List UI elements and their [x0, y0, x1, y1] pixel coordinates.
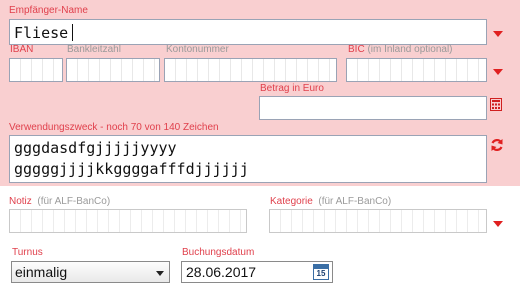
bankleitzahl-input[interactable]	[66, 58, 160, 82]
refresh-icon[interactable]	[490, 138, 504, 152]
recipient-dropdown-arrow-icon[interactable]	[493, 31, 503, 37]
turnus-select[interactable]: einmalig	[11, 261, 170, 283]
amount-input[interactable]	[259, 96, 487, 120]
bankleitzahl-label: Bankleitzahl	[67, 44, 121, 55]
buchungsdatum-input[interactable]: 28.06.2017 15	[181, 261, 333, 283]
iban-label: IBAN	[10, 44, 34, 55]
calculator-icon[interactable]	[490, 98, 502, 111]
kategorie-dropdown-arrow-icon[interactable]	[493, 221, 503, 227]
recipient-value: Fliese	[14, 24, 69, 42]
purpose-textarea[interactable]: gggdasdfgjjjjjyyyy gggggjjjjkkggggafffdj…	[9, 135, 487, 183]
chevron-down-icon	[156, 271, 164, 276]
recipient-label: Empfänger-Name	[9, 5, 88, 16]
notiz-input[interactable]	[9, 209, 247, 233]
recipient-input[interactable]: Fliese	[9, 19, 487, 45]
kontonummer-label: Kontonummer	[166, 44, 229, 55]
kategorie-label: Kategorie (für ALF-BanCo)	[270, 196, 392, 207]
calendar-day: 15	[316, 269, 326, 278]
turnus-label: Turnus	[12, 247, 43, 258]
text-cursor	[72, 24, 74, 41]
buchungsdatum-label: Buchungsdatum	[182, 247, 255, 258]
bic-dropdown-arrow-icon[interactable]	[493, 69, 503, 75]
turnus-value: einmalig	[15, 264, 68, 280]
notiz-label: Notiz (für ALF-BanCo)	[9, 196, 111, 207]
purpose-line-2: gggggjjjjkkggggafffdjjjjjj	[14, 160, 249, 178]
purpose-line-1: gggdasdfgjjjjjyyyy	[14, 139, 177, 157]
kontonummer-input[interactable]	[164, 58, 337, 82]
kategorie-input[interactable]	[269, 209, 487, 233]
amount-label: Betrag in Euro	[260, 83, 324, 94]
iban-input[interactable]	[9, 58, 63, 82]
buchungsdatum-value: 28.06.2017	[186, 264, 257, 280]
bic-input[interactable]	[346, 58, 487, 82]
bic-label: BIC (im Inland optional)	[348, 44, 453, 55]
calendar-icon[interactable]: 15	[313, 264, 329, 280]
purpose-label: Verwendungszweck - noch 70 von 140 Zeich…	[9, 122, 219, 133]
